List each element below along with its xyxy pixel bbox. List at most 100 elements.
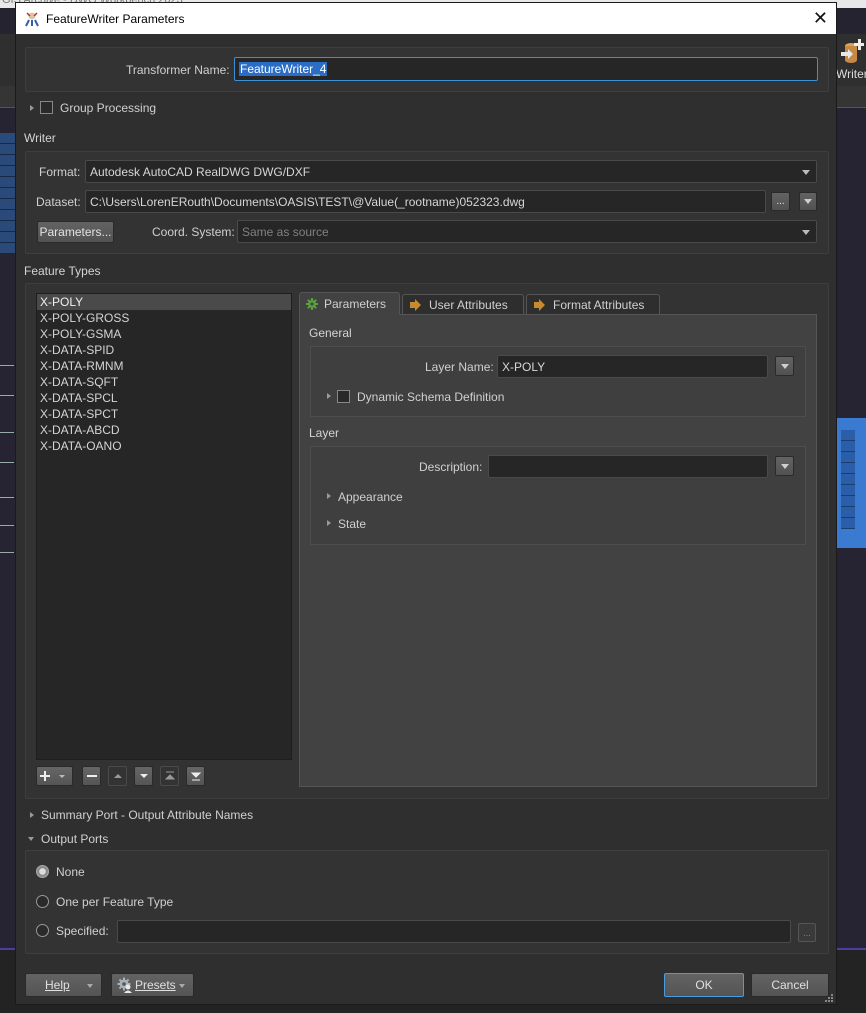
group-processing-label: Group Processing [60,101,157,115]
layer-name-label: Layer Name: [425,360,494,374]
feature-types-section-title: Feature Types [24,264,101,278]
specified-ports-browse-button[interactable]: ... [798,923,816,942]
presets-button[interactable]: Presets [111,973,194,997]
chevron-down-icon [87,984,93,988]
featurewriter-app-icon [25,11,39,26]
layer-name-value: X-POLY [502,359,546,374]
summary-port-expander-icon[interactable] [30,812,34,818]
group-processing-checkbox[interactable] [40,101,53,114]
coord-system-select[interactable]: Same as source [237,220,817,243]
output-ports-none-label: None [56,865,85,879]
dataset-input[interactable]: C:\Users\LorenERouth\Documents\OASIS\TES… [85,190,766,213]
dialog-title-bar: FeatureWriter Parameters ✕ [16,3,836,34]
description-input[interactable] [488,455,768,478]
arrow-up-icon [113,774,122,778]
connection-line [0,525,14,526]
description-menu-button[interactable] [775,456,794,476]
feature-type-item[interactable]: X-DATA-SPCL [37,390,291,406]
plus-icon [39,771,65,781]
feature-type-item[interactable]: X-POLY [37,294,291,310]
group-processing-expander-icon[interactable] [30,105,34,111]
coord-system-label: Coord. System: [152,225,235,239]
coord-system-placeholder: Same as source [242,224,329,239]
output-ports-one-per-feature-radio[interactable] [36,895,49,908]
format-select[interactable]: Autodesk AutoCAD RealDWG DWG/DXF [85,160,817,183]
dataset-value: C:\Users\LorenERouth\Documents\OASIS\TES… [90,194,525,209]
writer-tool-label[interactable]: Writer [836,67,866,81]
move-up-button[interactable] [108,766,127,786]
tab-user-attributes[interactable]: User Attributes [402,294,524,315]
resize-grip-icon[interactable] [824,993,834,1003]
background-writer-node [837,418,866,548]
connection-line [0,432,14,433]
transformer-name-value: FeatureWriter_4 [239,62,328,76]
description-label: Description: [419,460,483,474]
move-down-button[interactable] [134,766,153,786]
featurewriter-dialog: FeatureWriter Parameters ✕ Transformer N… [15,2,837,1005]
feature-type-item[interactable]: X-DATA-SPID [37,342,291,358]
output-ports-specified-radio[interactable] [36,924,49,937]
connection-line [0,395,14,396]
feature-type-item[interactable]: X-DATA-OANO [37,438,291,454]
chevron-down-icon [802,169,810,175]
state-label[interactable]: State [338,517,366,531]
output-ports-one-per-feature-label: One per Feature Type [56,895,174,909]
move-to-bottom-button[interactable] [186,766,205,786]
state-expander-icon[interactable] [327,520,331,526]
layer-section-title: Layer [309,426,340,440]
move-top-icon [164,771,175,780]
chevron-down-icon [780,363,789,369]
chevron-down-icon [179,984,185,988]
format-label: Format: [39,165,81,179]
general-section-title: General [309,326,352,340]
chevron-down-icon [802,229,810,235]
add-feature-type-button[interactable] [36,766,73,786]
connection-line [0,552,14,553]
feature-type-item[interactable]: X-DATA-SQFT [37,374,291,390]
transformer-name-label: Transformer Name: [126,63,230,77]
layer-name-input[interactable]: X-POLY [497,355,768,378]
dialog-title: FeatureWriter Parameters [46,11,185,26]
writer-tool-icon[interactable] [840,38,864,64]
remove-feature-type-button[interactable] [82,766,101,786]
output-ports-expander-icon[interactable] [28,837,34,841]
connection-line [0,365,14,366]
cancel-button[interactable]: Cancel [751,973,829,997]
specified-ports-input[interactable] [117,920,791,943]
minus-icon [86,775,97,777]
writer-parameters-button[interactable]: Parameters... [37,221,114,243]
layer-name-menu-button[interactable] [775,356,794,376]
tab-parameters[interactable]: Parameters [299,292,400,315]
dataset-browse-button[interactable]: ... [771,192,790,211]
tab-format-attributes[interactable]: Format Attributes [526,294,660,315]
feature-type-item[interactable]: X-POLY-GSMA [37,326,291,342]
feature-type-item[interactable]: X-DATA-RMNM [37,358,291,374]
appearance-label[interactable]: Appearance [338,490,403,504]
background-workspace-node [0,133,16,253]
close-icon[interactable]: ✕ [813,8,828,28]
feature-type-item[interactable]: X-DATA-SPCT [37,406,291,422]
gear-icon [306,298,318,310]
ok-button[interactable]: OK [664,973,744,997]
format-value: Autodesk AutoCAD RealDWG DWG/DXF [90,164,311,179]
dataset-menu-button[interactable] [799,192,817,211]
feature-type-item[interactable]: X-DATA-ABCD [37,422,291,438]
feature-type-item[interactable]: X-POLY-GROSS [37,310,291,326]
summary-port-label[interactable]: Summary Port - Output Attribute Names [41,808,253,822]
arrow-right-icon [534,299,545,311]
presets-gear-icon [117,977,132,993]
output-ports-none-radio[interactable] [36,865,49,878]
move-to-top-button[interactable] [160,766,179,786]
chevron-down-icon [804,199,812,204]
feature-types-list[interactable]: X-POLY X-POLY-GROSS X-POLY-GSMA X-DATA-S… [36,293,292,760]
writer-section-title: Writer [24,131,56,145]
connection-line [0,462,14,463]
help-button[interactable]: Help [25,973,102,997]
dynamic-schema-checkbox[interactable] [337,390,350,403]
dynamic-schema-expander-icon[interactable] [327,393,331,399]
connection-line [0,497,14,498]
arrow-right-icon [410,299,421,311]
transformer-name-input[interactable]: FeatureWriter_4 [234,57,818,81]
output-ports-label[interactable]: Output Ports [41,832,108,846]
appearance-expander-icon[interactable] [327,493,331,499]
